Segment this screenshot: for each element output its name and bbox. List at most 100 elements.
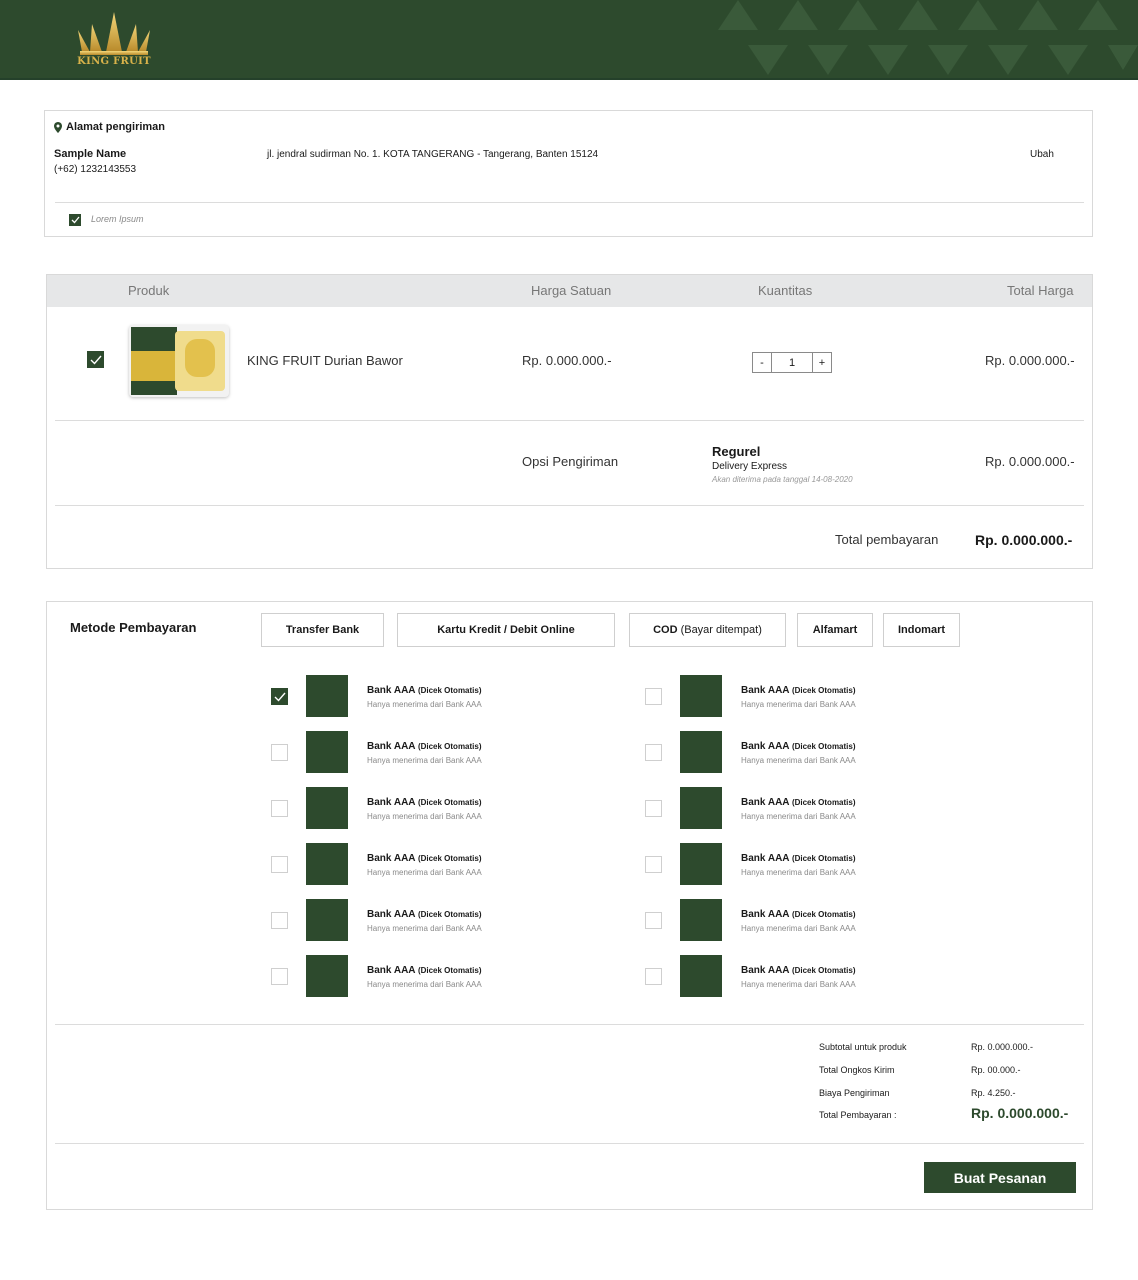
bank-note: Hanya menerima dari Bank AAA bbox=[367, 812, 482, 821]
recipient-name: Sample Name bbox=[54, 148, 127, 160]
change-address-link[interactable]: Ubah bbox=[1030, 149, 1054, 160]
bank-tag: (Dicek Otomatis) bbox=[791, 742, 856, 751]
divider bbox=[55, 1024, 1084, 1025]
product-image[interactable] bbox=[129, 325, 229, 397]
address-line: jl. jendral sudirman No. 1. KOTA TANGERA… bbox=[267, 149, 599, 160]
tab-label-detail: (Bayar ditempat) bbox=[680, 624, 762, 636]
bank-option-checkbox[interactable] bbox=[271, 856, 288, 873]
decrease-quantity-button[interactable]: - bbox=[753, 353, 771, 372]
bank-option-checkbox[interactable] bbox=[645, 744, 662, 761]
bank-logo bbox=[680, 899, 722, 941]
tab-cod[interactable]: COD (Bayar ditempat) bbox=[629, 613, 786, 647]
column-header-unit-price: Harga Satuan bbox=[531, 283, 612, 298]
quantity-input[interactable]: 1 bbox=[771, 353, 813, 372]
tab-label: Indomart bbox=[897, 624, 946, 636]
summary-label: Total Ongkos Kirim bbox=[819, 1065, 895, 1075]
bank-tag: (Dicek Otomatis) bbox=[417, 966, 482, 975]
bank-note: Hanya menerima dari Bank AAA bbox=[367, 980, 482, 989]
bank-tag: (Dicek Otomatis) bbox=[417, 910, 482, 919]
bank-name-text: Bank AAA bbox=[367, 853, 416, 864]
bank-name: Bank AAA (Dicek Otomatis) bbox=[367, 909, 482, 920]
shipping-address-section: Alamat pengiriman Sample Name (+62) 1232… bbox=[44, 110, 1093, 237]
address-title-text: Alamat pengiriman bbox=[66, 121, 166, 133]
bank-option-checkbox[interactable] bbox=[271, 744, 288, 761]
bank-option-checkbox[interactable] bbox=[645, 968, 662, 985]
bank-name: Bank AAA (Dicek Otomatis) bbox=[367, 685, 482, 696]
bank-tag: (Dicek Otomatis) bbox=[417, 686, 482, 695]
divider bbox=[55, 202, 1084, 203]
bank-name-text: Bank AAA bbox=[741, 853, 790, 864]
summary-value: Rp. 00.000.- bbox=[971, 1065, 1021, 1075]
summary-grand-total: Rp. 0.000.000.- bbox=[971, 1105, 1069, 1121]
bank-note: Hanya menerima dari Bank AAA bbox=[741, 812, 856, 821]
address-option-checkbox[interactable] bbox=[69, 214, 81, 226]
location-pin-icon bbox=[54, 121, 62, 133]
bank-note: Hanya menerima dari Bank AAA bbox=[367, 700, 482, 709]
check-icon bbox=[90, 355, 102, 365]
bank-logo bbox=[306, 899, 348, 941]
tab-indomart[interactable]: Indomart bbox=[883, 613, 960, 647]
bank-tag: (Dicek Otomatis) bbox=[791, 798, 856, 807]
summary-label: Biaya Pengiriman bbox=[819, 1088, 890, 1098]
product-name[interactable]: KING FRUIT Durian Bawor bbox=[247, 353, 403, 368]
bank-tag: (Dicek Otomatis) bbox=[417, 742, 482, 751]
order-total-value: Rp. 0.000.000.- bbox=[975, 532, 1073, 548]
bank-name-text: Bank AAA bbox=[741, 797, 790, 808]
column-header-total: Total Harga bbox=[1007, 283, 1074, 298]
bank-name: Bank AAA (Dicek Otomatis) bbox=[741, 909, 856, 920]
triangle-pattern bbox=[718, 0, 1138, 75]
address-title: Alamat pengiriman bbox=[54, 121, 165, 133]
recipient-phone: (+62) 1232143553 bbox=[54, 164, 137, 175]
summary-label: Subtotal untuk produk bbox=[819, 1042, 907, 1052]
bank-note: Hanya menerima dari Bank AAA bbox=[741, 868, 856, 877]
bank-option-checkbox[interactable] bbox=[271, 800, 288, 817]
bank-note: Hanya menerima dari Bank AAA bbox=[741, 756, 856, 765]
summary-value: Rp. 4.250.- bbox=[971, 1088, 1016, 1098]
bank-name-text: Bank AAA bbox=[741, 685, 790, 696]
bank-note: Hanya menerima dari Bank AAA bbox=[741, 700, 856, 709]
shipping-service-name[interactable]: Regurel bbox=[712, 444, 760, 459]
bank-name-text: Bank AAA bbox=[741, 909, 790, 920]
bank-name-text: Bank AAA bbox=[367, 797, 416, 808]
bank-name: Bank AAA (Dicek Otomatis) bbox=[367, 741, 482, 752]
bank-name: Bank AAA (Dicek Otomatis) bbox=[367, 965, 482, 976]
bank-logo bbox=[680, 675, 722, 717]
payment-method-section: Metode Pembayaran Transfer Bank Kartu Kr… bbox=[46, 601, 1093, 1210]
shipping-option-label: Opsi Pengiriman bbox=[522, 454, 619, 469]
bank-logo bbox=[680, 955, 722, 997]
column-header-quantity: Kuantitas bbox=[758, 283, 813, 298]
shipping-eta: Akan diterima pada tanggal 14-08-2020 bbox=[712, 475, 853, 484]
tab-credit-debit-card[interactable]: Kartu Kredit / Debit Online bbox=[397, 613, 615, 647]
bank-note: Hanya menerima dari Bank AAA bbox=[741, 980, 856, 989]
tab-alfamart[interactable]: Alfamart bbox=[797, 613, 873, 647]
product-table-header: Produk Harga Satuan Kuantitas Total Harg… bbox=[47, 275, 1092, 307]
place-order-button[interactable]: Buat Pesanan bbox=[924, 1162, 1076, 1193]
bank-option-checkbox[interactable] bbox=[645, 856, 662, 873]
increase-quantity-button[interactable]: + bbox=[813, 353, 831, 372]
product-unit-price: Rp. 0.000.000.- bbox=[522, 353, 612, 368]
product-total-price: Rp. 0.000.000.- bbox=[985, 353, 1075, 368]
logo-text: KING FRUIT bbox=[77, 56, 151, 67]
brand-logo[interactable]: KING FRUIT bbox=[72, 8, 156, 72]
bank-name: Bank AAA (Dicek Otomatis) bbox=[741, 797, 856, 808]
shipping-price: Rp. 0.000.000.- bbox=[985, 454, 1075, 469]
bank-tag: (Dicek Otomatis) bbox=[417, 798, 482, 807]
tab-transfer-bank[interactable]: Transfer Bank bbox=[261, 613, 384, 647]
summary-value: Rp. 0.000.000.- bbox=[971, 1042, 1034, 1052]
bank-logo bbox=[680, 787, 722, 829]
bank-tag: (Dicek Otomatis) bbox=[417, 854, 482, 863]
bank-tag: (Dicek Otomatis) bbox=[791, 686, 856, 695]
bank-option-checkbox[interactable] bbox=[271, 688, 288, 705]
tab-label: Alfamart bbox=[812, 624, 858, 636]
bank-name: Bank AAA (Dicek Otomatis) bbox=[741, 853, 856, 864]
bank-option-checkbox[interactable] bbox=[645, 912, 662, 929]
bank-option-checkbox[interactable] bbox=[645, 800, 662, 817]
bank-option-checkbox[interactable] bbox=[271, 912, 288, 929]
bank-name: Bank AAA (Dicek Otomatis) bbox=[367, 853, 482, 864]
divider bbox=[55, 505, 1084, 506]
bank-logo bbox=[306, 843, 348, 885]
bank-option-checkbox[interactable] bbox=[271, 968, 288, 985]
product-checkbox[interactable] bbox=[87, 351, 104, 368]
bank-option-checkbox[interactable] bbox=[645, 688, 662, 705]
column-header-product: Produk bbox=[128, 283, 170, 298]
